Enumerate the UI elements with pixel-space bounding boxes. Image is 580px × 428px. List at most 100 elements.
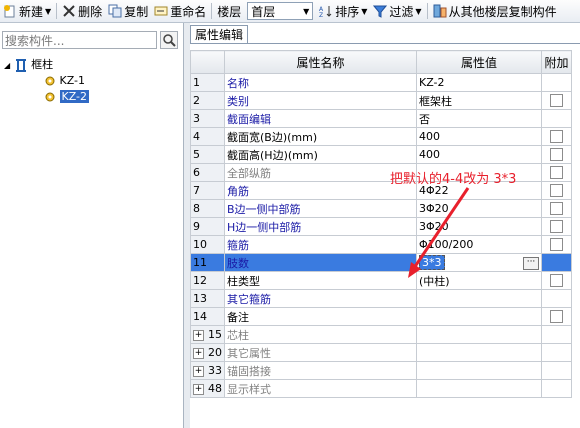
row-number-text: 13 — [193, 292, 207, 305]
new-button[interactable]: 新建 ▼ — [0, 1, 54, 21]
row-number: 4 — [190, 127, 225, 146]
table-row[interactable]: 3 截面编辑否 — [190, 109, 572, 128]
component-tree-panel: 搜索构件... ◢ 框柱 KZ-1 KZ-2 — [0, 23, 184, 428]
property-value[interactable]: 3Φ20 — [416, 199, 542, 218]
tab-property-edit[interactable]: 属性编辑 — [190, 25, 248, 44]
property-value[interactable]: 400 — [416, 145, 542, 164]
tree-item-kz2[interactable]: KZ-2 — [44, 89, 90, 105]
attach-checkbox[interactable] — [550, 220, 563, 234]
property-extra — [541, 235, 572, 254]
property-name: B边一侧中部筋 — [224, 199, 417, 218]
property-value[interactable] — [416, 307, 542, 326]
row-number: 13 — [190, 289, 225, 308]
chevron-down-icon: ▼ — [303, 6, 310, 16]
table-row[interactable]: +20 其它属性 — [190, 343, 572, 362]
table-row[interactable]: +15 芯柱 — [190, 325, 572, 344]
tree-collapse-icon[interactable]: ◢ — [4, 61, 10, 70]
table-row[interactable]: +48 显示样式 — [190, 379, 572, 398]
row-number: 6 — [190, 163, 225, 182]
delete-label: 删除 — [78, 4, 103, 19]
table-row[interactable]: 5 截面高(H边)(mm) 400 — [190, 145, 572, 164]
toolbar: 新建 ▼ 删除 复制 重命名 楼层 首层 ▼ AZ 排序 ▼ 过滤 ▼ 从其他楼… — [0, 0, 580, 23]
property-value[interactable] — [416, 325, 542, 344]
attach-checkbox[interactable] — [550, 274, 563, 288]
property-value[interactable] — [416, 361, 542, 380]
expand-plus-icon[interactable]: + — [193, 383, 204, 395]
attach-checkbox[interactable] — [550, 166, 563, 180]
property-name: H边一侧中部筋 — [224, 217, 417, 236]
filter-button[interactable]: 过滤 ▼ — [370, 1, 424, 21]
property-value[interactable]: 否 — [416, 109, 542, 128]
attach-checkbox[interactable] — [550, 310, 563, 324]
delete-button[interactable]: 删除 — [59, 1, 105, 21]
table-row[interactable]: 2 类别 框架柱 — [190, 91, 572, 110]
row-number: 12 — [190, 271, 225, 290]
search-button[interactable] — [160, 31, 178, 49]
property-name: 角筋 — [224, 181, 417, 200]
row-number-text: 10 — [193, 238, 207, 251]
property-value[interactable] — [416, 343, 542, 362]
table-row[interactable]: 12 柱类型 (中柱) — [190, 271, 572, 290]
table-row[interactable]: 4 截面宽(B边)(mm) 400 — [190, 127, 572, 146]
new-label: 新建 — [19, 4, 44, 19]
grid-header-name: 属性名称 — [224, 50, 417, 74]
table-row[interactable]: 13 其它箍筋 — [190, 289, 572, 308]
row-number-text: 11 — [193, 256, 207, 269]
property-extra — [541, 163, 572, 182]
rename-button[interactable]: 重命名 — [151, 1, 209, 21]
row-number: +33 — [190, 361, 225, 380]
tree-item-kz1[interactable]: KZ-1 — [44, 73, 85, 89]
property-grid: 属性名称 属性值 附加 1 名称 KZ-2 2 类别 框架柱 3 截面编辑否 4 截面宽(B边)(… — [190, 50, 572, 398]
property-value[interactable]: 3*3 ··· — [416, 253, 542, 272]
attach-checkbox[interactable] — [550, 184, 563, 198]
attach-checkbox[interactable] — [550, 94, 563, 108]
filter-label: 过滤 — [389, 4, 414, 19]
expand-plus-icon[interactable]: + — [193, 347, 204, 359]
property-value[interactable]: 400 — [416, 127, 542, 146]
attach-checkbox[interactable] — [550, 148, 563, 162]
property-value[interactable] — [416, 379, 542, 398]
attach-checkbox[interactable] — [550, 130, 563, 144]
table-row[interactable]: 10 箍筋 Φ100/200 — [190, 235, 572, 254]
tree-root-framecolumn[interactable]: ◢ 框柱 — [4, 57, 53, 73]
property-name: 芯柱 — [224, 325, 417, 344]
property-extra — [541, 253, 572, 272]
property-name: 其它箍筋 — [224, 289, 417, 308]
toolbar-separator — [426, 3, 428, 19]
table-row[interactable]: +33 锚固搭接 — [190, 361, 572, 380]
expand-plus-icon[interactable]: + — [193, 329, 204, 341]
expand-plus-icon[interactable]: + — [193, 365, 204, 377]
property-value[interactable]: 3Φ20 — [416, 217, 542, 236]
sort-button[interactable]: AZ 排序 ▼ — [316, 1, 370, 21]
property-value[interactable]: (中柱) — [416, 271, 542, 290]
row-number: +15 — [190, 325, 225, 344]
property-value[interactable]: 框架柱 — [416, 91, 542, 110]
property-name: 截面高(H边)(mm) — [224, 145, 417, 164]
floor-select[interactable]: 首层 ▼ — [247, 2, 314, 20]
copy-button[interactable]: 复制 — [105, 1, 151, 21]
attach-checkbox[interactable] — [550, 238, 563, 252]
table-row[interactable]: 14 备注 — [190, 307, 572, 326]
row-number-text: 6 — [193, 166, 200, 179]
property-value[interactable]: Φ100/200 — [416, 235, 542, 254]
floor-select-value: 首层 — [251, 4, 276, 19]
search-input[interactable]: 搜索构件... — [2, 31, 157, 49]
table-row[interactable]: 9 H边一侧中部筋 3Φ20 — [190, 217, 572, 236]
copy-from-floor-button[interactable]: 从其他楼层复制构件 — [430, 1, 560, 21]
table-row[interactable]: 11 肢数 3*3 ··· — [190, 253, 572, 272]
row-number: +48 — [190, 379, 225, 398]
ellipsis-button[interactable]: ··· — [523, 257, 539, 270]
property-value[interactable]: KZ-2 — [416, 73, 542, 92]
row-number: 11 — [190, 253, 225, 272]
row-number-text: 33 — [208, 364, 222, 377]
row-number: 14 — [190, 307, 225, 326]
attach-checkbox[interactable] — [550, 202, 563, 216]
value-edit-field[interactable]: 3*3 — [419, 255, 445, 270]
property-extra — [541, 325, 572, 344]
row-number: 1 — [190, 73, 225, 92]
row-number: 2 — [190, 91, 225, 110]
property-value[interactable] — [416, 289, 542, 308]
table-row[interactable]: 8 B边一侧中部筋 3Φ20 — [190, 199, 572, 218]
property-panel: 属性编辑 属性名称 属性值 附加 1 名称 KZ-2 2 类别 框架柱 3 截面编辑否 4 截面宽… — [190, 23, 580, 428]
table-row[interactable]: 1 名称 KZ-2 — [190, 73, 572, 92]
